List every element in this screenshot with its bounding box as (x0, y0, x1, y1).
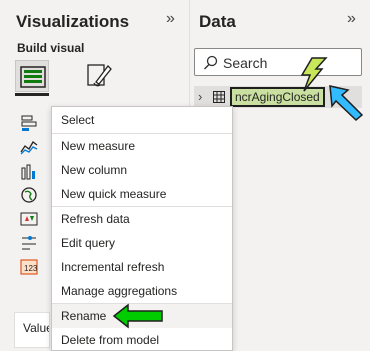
build-visual-icon (20, 66, 46, 88)
build-visual-tab[interactable] (15, 60, 49, 92)
data-title: Data (199, 12, 236, 31)
build-visual-tab-indicator (15, 93, 49, 96)
kpi-icon[interactable] (16, 208, 42, 230)
collapse-visualizations-button[interactable]: » (166, 10, 175, 28)
menu-item-delete-from-model[interactable]: Delete from model (52, 328, 232, 351)
visualizations-title: Visualizations (16, 12, 130, 31)
format-paintbrush-icon (87, 64, 112, 87)
format-visual-tab[interactable] (84, 60, 112, 95)
menu-item-incremental-refresh[interactable]: Incremental refresh (52, 255, 232, 279)
values-well[interactable]: Values (14, 312, 50, 348)
values-label: Values (23, 321, 49, 335)
map-icon[interactable] (16, 184, 42, 206)
menu-item-new-measure[interactable]: New measure (52, 134, 232, 158)
visual-type-gallery: 123 (16, 112, 50, 280)
lightning-icon (300, 57, 328, 92)
column-chart-icon[interactable] (16, 160, 42, 182)
menu-item-manage-aggregations[interactable]: Manage aggregations (52, 279, 232, 303)
menu-item-edit-query[interactable]: Edit query (52, 231, 232, 255)
stacked-bar-chart-icon[interactable] (16, 112, 42, 134)
menu-item-new-column[interactable]: New column (52, 158, 232, 182)
build-visual-label: Build visual (17, 41, 85, 55)
blue-arrow-annotation (329, 85, 364, 122)
chevron-right-icon[interactable]: › (198, 89, 202, 104)
search-icon (204, 55, 218, 70)
slicer-icon[interactable] (16, 232, 42, 254)
menu-item-new-quick-measure[interactable]: New quick measure (52, 182, 232, 206)
table-icon (213, 91, 225, 103)
table-visual-icon[interactable]: 123 (16, 256, 42, 278)
menu-item-select[interactable]: Select (52, 108, 232, 132)
line-chart-icon[interactable] (16, 136, 42, 158)
search-placeholder: Search (223, 55, 268, 71)
collapse-data-button[interactable]: » (347, 10, 356, 28)
search-input[interactable]: Search (194, 48, 362, 76)
green-arrow-annotation (112, 303, 163, 329)
menu-item-refresh-data[interactable]: Refresh data (52, 207, 232, 231)
svg-text:123: 123 (24, 264, 38, 273)
